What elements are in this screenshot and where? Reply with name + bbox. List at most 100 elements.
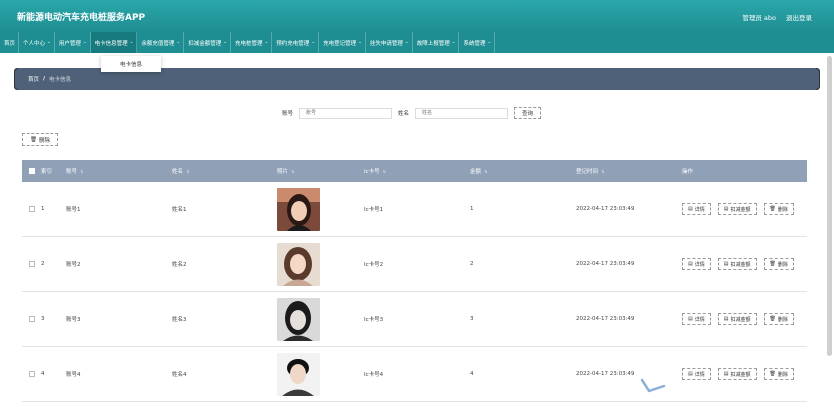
- cell-ic: Ic卡号1: [364, 207, 384, 213]
- nav-home[interactable]: 首页: [0, 32, 20, 53]
- row-checkbox-cell: [22, 261, 41, 267]
- nav-label: 充电桩管理: [235, 40, 263, 47]
- detail-button[interactable]: ▤ 详情: [682, 368, 711, 380]
- sort-icon: ⇅: [80, 168, 84, 174]
- delete-button[interactable]: 🗑 删除: [763, 203, 794, 215]
- main-nav: 首页 个人中心 ⌄ 用户管理 ⌄ 电卡信息管理 ⌄ 余额充值管理 ⌄ 扣减金额管理 ⌄ 充…: [0, 32, 834, 53]
- cell-account: 账号2: [66, 262, 81, 268]
- sort-icon: ⇅: [484, 168, 488, 174]
- nav-card-info-management[interactable]: 电卡信息管理 ⌄: [90, 32, 138, 53]
- header-ic[interactable]: Ic卡号 ⇅: [364, 167, 470, 176]
- nav-booking-management[interactable]: 预约充电管理 ⌄: [272, 32, 320, 53]
- select-all-checkbox[interactable]: [28, 168, 35, 174]
- row-checkbox[interactable]: [28, 371, 35, 377]
- detail-icon: ▤: [688, 206, 693, 212]
- header-label: 登记时间: [576, 169, 599, 175]
- nav-label: 首页: [4, 40, 16, 47]
- nav-fault-report-management[interactable]: 故障上报管理 ⌄: [413, 32, 460, 53]
- nav-registration-management[interactable]: 充电登记管理 ⌄: [319, 32, 366, 53]
- nav-label: 扣减金额管理: [188, 40, 222, 47]
- row-checkbox[interactable]: [28, 316, 35, 322]
- cell-photo: [277, 297, 364, 341]
- breadcrumb-home[interactable]: 首页: [28, 75, 39, 83]
- nav-loss-report-management[interactable]: 挂失申请管理 ⌄: [366, 32, 413, 53]
- avatar[interactable]: [277, 297, 320, 341]
- delete-button[interactable]: 🗑 删除: [763, 368, 794, 380]
- logout-link[interactable]: 退出登录: [786, 12, 812, 22]
- nav-deduct-management[interactable]: 扣减金额管理 ⌄: [184, 32, 231, 53]
- cell-index: 4: [41, 371, 45, 377]
- header-account[interactable]: 账号 ⇅: [66, 167, 172, 176]
- avatar[interactable]: [277, 242, 320, 286]
- row-actions: ▤ 详情 ▤ 扣减金额 🗑 删除: [682, 258, 807, 270]
- chevron-down-icon: ⌄: [487, 40, 492, 45]
- deduct-button[interactable]: ▤ 扣减金额: [717, 258, 757, 270]
- cell-ops: ▤ 详情 ▤ 扣减金额 🗑 删除: [682, 258, 807, 270]
- sort-icon: ⇅: [186, 168, 190, 174]
- watermark-logo: [640, 378, 666, 393]
- nav-label: 充电登记管理: [323, 40, 357, 47]
- delete-button[interactable]: 🗑 删除: [763, 313, 794, 325]
- header-photo[interactable]: 照片 ⇅: [277, 167, 364, 176]
- chevron-down-icon: ⌄: [129, 40, 134, 45]
- row-checkbox[interactable]: [28, 261, 35, 267]
- chevron-down-icon: ⌄: [311, 40, 316, 45]
- nav-user-management[interactable]: 用户管理 ⌄: [55, 32, 91, 53]
- batch-delete-button[interactable]: 🗑 删除: [22, 133, 58, 146]
- cell-index: 2: [41, 261, 45, 267]
- page-scrollbar[interactable]: [827, 56, 832, 356]
- chevron-down-icon: ⌄: [176, 40, 181, 45]
- dropdown-item-card-info[interactable]: 电卡信息: [120, 60, 142, 68]
- trash-icon: 🗑: [769, 261, 776, 267]
- avatar[interactable]: [277, 187, 320, 231]
- trash-icon: 🗑: [769, 316, 776, 322]
- cell-amount: 4: [470, 371, 474, 377]
- delete-label: 删除: [777, 371, 788, 378]
- cell-time: 2022-04-17 23:03:49: [576, 206, 635, 212]
- cell-photo: [277, 187, 364, 231]
- cell-index: 1: [41, 206, 45, 212]
- detail-button[interactable]: ▤ 详情: [682, 258, 711, 270]
- account-label: 账号: [282, 111, 294, 117]
- delete-label: 删除: [777, 261, 788, 268]
- detail-label: 详情: [694, 316, 705, 323]
- detail-button[interactable]: ▤ 详情: [682, 203, 711, 215]
- deduct-button[interactable]: ▤ 扣减金额: [717, 313, 757, 325]
- header-time[interactable]: 登记时间 ⇅: [576, 167, 682, 176]
- search-button[interactable]: 查询: [514, 107, 542, 119]
- avatar[interactable]: [277, 352, 320, 396]
- user-greeting[interactable]: 管理员 abo: [742, 12, 776, 22]
- header-amount[interactable]: 金额 ⇅: [470, 167, 576, 176]
- detail-label: 详情: [694, 371, 705, 378]
- cell-index: 3: [41, 316, 45, 322]
- cell-name: 姓名2: [172, 262, 187, 268]
- nav-label: 电卡信息管理: [94, 40, 128, 47]
- breadcrumb-current: 电卡信息: [49, 77, 72, 83]
- header-label: 索引: [41, 169, 53, 175]
- deduct-icon: ▤: [723, 261, 729, 267]
- batch-delete-label: 删除: [38, 137, 50, 144]
- row-actions: ▤ 详情 ▤ 扣减金额 🗑 删除: [682, 203, 807, 215]
- delete-button[interactable]: 🗑 删除: [763, 258, 794, 270]
- deduct-button[interactable]: ▤ 扣减金额: [717, 368, 757, 380]
- breadcrumb-bracket-left: [14, 68, 18, 90]
- detail-button[interactable]: ▤ 详情: [682, 313, 711, 325]
- name-input[interactable]: [415, 107, 509, 119]
- cell-account: 账号3: [66, 317, 81, 323]
- header-label: 金额: [470, 169, 482, 175]
- account-input[interactable]: [299, 107, 393, 119]
- header-name[interactable]: 姓名 ⇅: [172, 167, 277, 176]
- nav-label: 系统管理: [463, 40, 486, 47]
- cell-ops: ▤ 详情 ▤ 扣减金额 🗑 删除: [682, 313, 807, 325]
- header-checkbox-cell: [22, 168, 41, 174]
- nav-system-management[interactable]: 系统管理 ⌄: [459, 32, 496, 53]
- nav-personal-center[interactable]: 个人中心 ⌄: [19, 32, 55, 53]
- deduct-button[interactable]: ▤ 扣减金额: [717, 203, 757, 215]
- table-row: 3 账号3 姓名3 Ic卡号3 3 2022-04-17 23:03:49 ▤ 详…: [22, 292, 807, 347]
- row-checkbox[interactable]: [28, 206, 35, 212]
- cell-ic: Ic卡号3: [364, 317, 384, 323]
- header-label: 姓名: [172, 169, 184, 175]
- sort-icon: ⇅: [382, 168, 387, 174]
- nav-recharge-management[interactable]: 余额充值管理 ⌄: [137, 32, 185, 53]
- nav-charger-management[interactable]: 充电桩管理 ⌄: [231, 32, 273, 53]
